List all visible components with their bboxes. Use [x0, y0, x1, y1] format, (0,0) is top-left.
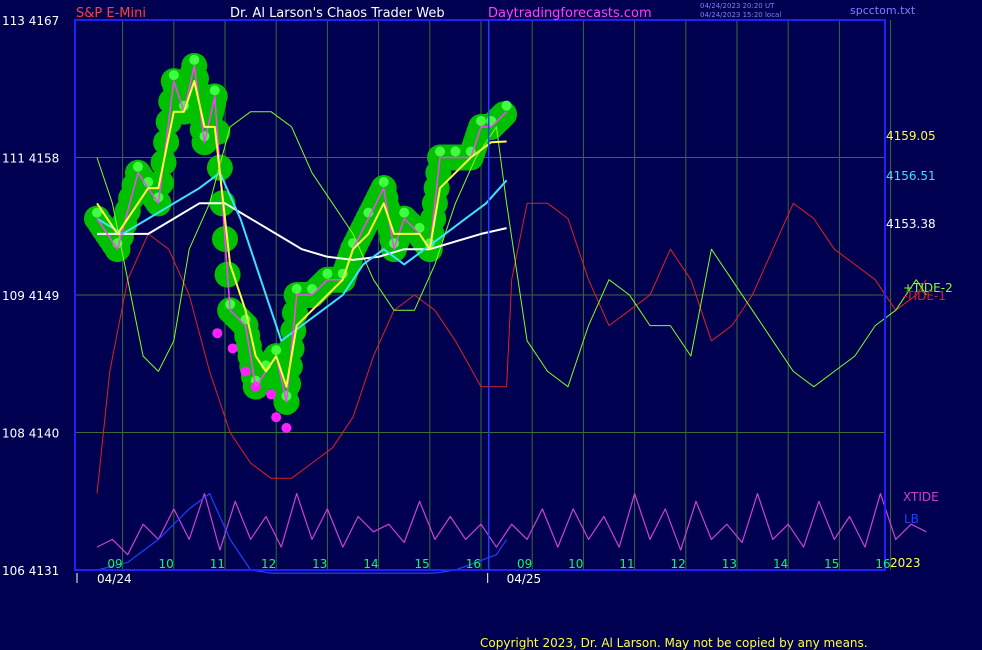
time-tick-label: 12 [261, 557, 276, 571]
price-tick-label: 113 4167 [2, 14, 59, 28]
time-tick-label: 13 [722, 557, 737, 571]
price-bubble-highlight [435, 146, 446, 157]
time-tick-label: 10 [159, 557, 174, 571]
price-bubble-low [240, 366, 251, 377]
price-bubble-low [212, 328, 223, 339]
price-tick-label: 111 4158 [2, 152, 59, 166]
price-bubble-low [227, 343, 238, 354]
time-tick-label: 11 [210, 557, 225, 571]
yellow-ma-value: 4159.05 [886, 129, 936, 143]
price-bubble-highlight [168, 70, 179, 81]
site-title[interactable]: Daytradingforecasts.com [488, 6, 652, 21]
price-tick-label: 106 4131 [2, 564, 59, 578]
price-bubble-highlight [476, 115, 486, 126]
time-tick-label: 13 [312, 557, 327, 571]
price-bubble-highlight [378, 177, 389, 188]
time-tick-label: 15 [824, 557, 839, 571]
year-label: 2023 [890, 556, 921, 570]
price-bubble-low [281, 422, 292, 433]
price-bubble-highlight [189, 54, 200, 65]
xtide-label: XTIDE [903, 490, 939, 504]
price-bubble-highlight [132, 161, 143, 172]
time-tick-label: 11 [619, 557, 634, 571]
time-tick-label: 10 [568, 557, 583, 571]
price-bubble-low [266, 389, 277, 400]
timestamp-local: 04/24/2023 15:20 local [700, 11, 781, 19]
price-bubble-highlight [501, 100, 512, 111]
price-bubble-highlight [322, 268, 333, 279]
white-ma-value: 4153.38 [886, 217, 936, 231]
price-bubble-highlight [450, 146, 461, 157]
date-label: 04/24 [97, 572, 132, 586]
price-bubble-highlight [399, 207, 410, 218]
copyright: Copyright 2023, Dr. Al Larson. May not b… [480, 636, 868, 650]
price-tick-label: 109 4149 [2, 289, 59, 303]
price-tick-label: 108 4140 [2, 427, 59, 441]
symbol-title: S&P E-Mini [76, 6, 146, 21]
time-tick-label: 16 [466, 557, 481, 571]
time-tick-label: 12 [671, 557, 686, 571]
price-bubble-highlight [291, 284, 302, 294]
time-tick-label: 15 [415, 557, 430, 571]
timestamp-ut: 04/24/2023 20:20 UT [700, 2, 775, 10]
time-tick-label: 14 [773, 557, 788, 571]
chart: 113 4167 111 4158 109 4149 108 4140 106 4131… [0, 0, 982, 650]
chart-background [0, 0, 982, 650]
author-title: Dr. Al Larson's Chaos Trader Web [230, 6, 445, 21]
price-bubble-low [271, 412, 282, 423]
price-bubble-highlight [209, 85, 220, 96]
tide1-label: -TIDE-1 [903, 289, 946, 303]
lb-label: LB [904, 512, 919, 526]
time-tick-label: 16 [875, 557, 890, 571]
cyan-ma-value: 4156.51 [886, 169, 936, 183]
data-file-name: spcctom.txt [850, 4, 916, 17]
date-label: 04/25 [507, 572, 542, 586]
price-bubble-highlight [271, 345, 282, 356]
time-tick-label: 09 [517, 557, 532, 571]
time-tick-label: 14 [363, 557, 378, 571]
time-tick-label: 09 [107, 557, 122, 571]
